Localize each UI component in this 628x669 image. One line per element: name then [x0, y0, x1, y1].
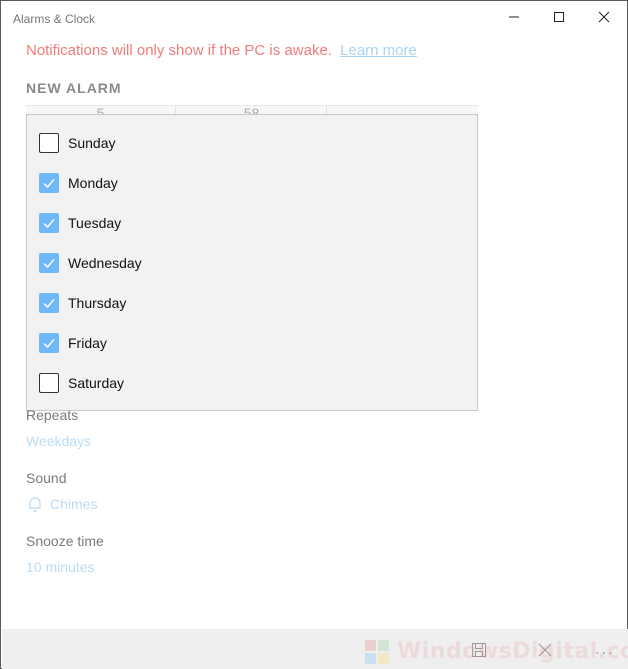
day-option-wednesday[interactable]: Wednesday [39, 252, 142, 274]
day-label: Saturday [68, 375, 125, 391]
checkmark-icon [43, 219, 55, 229]
day-label: Friday [68, 335, 107, 351]
checkbox[interactable] [39, 373, 59, 393]
maximize-button[interactable] [536, 1, 582, 33]
day-option-monday[interactable]: Monday [39, 172, 118, 194]
checkmark-icon [43, 259, 55, 269]
checkmark-icon [43, 299, 55, 309]
day-option-tuesday[interactable]: Tuesday [39, 212, 121, 234]
day-label: Thursday [68, 295, 127, 311]
checkbox[interactable] [39, 213, 59, 233]
checkmark-icon [43, 339, 55, 349]
close-window-button[interactable] [581, 1, 627, 33]
notification-notice: Notifications will only show if the PC i… [26, 42, 417, 59]
repeats-label: Repeats [26, 407, 79, 423]
app-title: Alarms & Clock [13, 12, 96, 26]
day-option-sunday[interactable]: Sunday [39, 132, 115, 154]
day-option-friday[interactable]: Friday [39, 332, 107, 354]
sound-label: Sound [26, 470, 67, 486]
bell-icon [29, 497, 41, 513]
repeats-value[interactable]: Weekdays [26, 433, 91, 449]
repeat-days-popup: Sunday Monday Tuesday Wednesday Thursday… [26, 114, 478, 411]
maximize-icon [554, 12, 564, 22]
checkbox[interactable] [39, 333, 59, 353]
checkbox[interactable] [39, 173, 59, 193]
day-option-saturday[interactable]: Saturday [39, 372, 124, 394]
checkbox[interactable] [39, 253, 59, 273]
watermark: WindowsDigital.com [397, 639, 628, 664]
close-icon [598, 11, 610, 23]
snooze-value[interactable]: 10 minutes [26, 559, 94, 575]
title-bar: Alarms & Clock [1, 1, 627, 35]
minimize-button[interactable] [491, 1, 537, 33]
day-label: Monday [68, 175, 118, 191]
snooze-label: Snooze time [26, 533, 104, 549]
sound-selector[interactable]: Chimes [26, 495, 97, 513]
checkbox[interactable] [39, 293, 59, 313]
notice-text: Notifications will only show if the PC i… [26, 42, 332, 59]
checkmark-icon [43, 179, 55, 189]
sound-value: Chimes [50, 496, 98, 512]
day-option-thursday[interactable]: Thursday [39, 292, 126, 314]
learn-more-link[interactable]: Learn more [340, 42, 417, 59]
watermark-logo-icon [365, 640, 389, 664]
app-window: Alarms & Clock Notifications will only s… [0, 0, 628, 669]
checkbox[interactable] [39, 133, 59, 153]
day-label: Wednesday [68, 255, 142, 271]
section-title: NEW ALARM [26, 80, 122, 96]
minimize-icon [509, 16, 519, 18]
day-label: Sunday [68, 135, 116, 151]
day-label: Tuesday [68, 215, 122, 231]
